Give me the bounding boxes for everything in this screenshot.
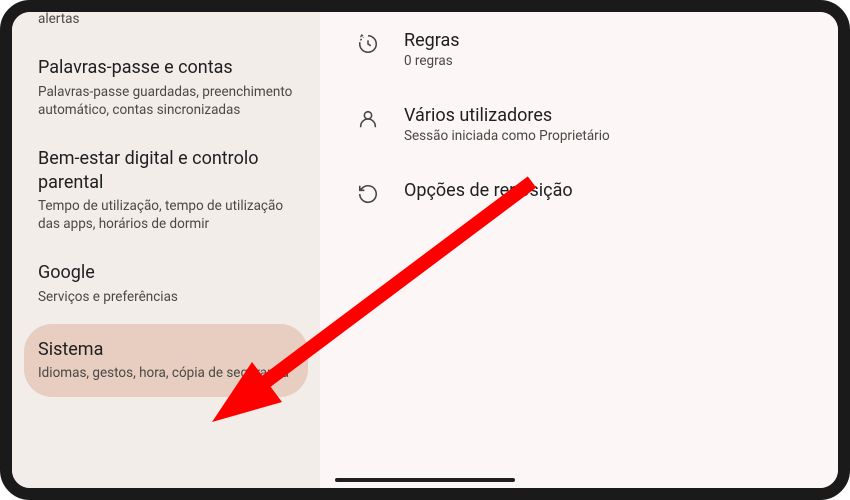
sidebar-item-title: Palavras-passe e contas bbox=[38, 56, 294, 79]
main-item-subtitle: Sessão iniciada como Proprietário bbox=[404, 128, 802, 144]
navigation-handle[interactable] bbox=[335, 478, 515, 482]
main-item-text: Regras 0 regras bbox=[404, 30, 802, 69]
sidebar-item-subtitle: Tempo de utilização, tempo de utilização… bbox=[38, 197, 294, 233]
main-item-text: Opções de reposição bbox=[404, 180, 802, 203]
user-icon bbox=[356, 107, 380, 131]
sidebar-item-subtitle: Palavras-passe guardadas, preenchimento … bbox=[38, 83, 294, 119]
main-item-title: Opções de reposição bbox=[404, 180, 802, 201]
sidebar-item-title: Sistema bbox=[38, 338, 294, 361]
main-item-subtitle: 0 regras bbox=[404, 53, 802, 69]
rules-icon bbox=[356, 32, 380, 56]
reset-icon bbox=[356, 182, 380, 206]
sidebar-item-passwords[interactable]: Palavras-passe e contas Palavras-passe g… bbox=[12, 42, 320, 133]
main-item-title: Vários utilizadores bbox=[404, 105, 802, 126]
sidebar-item-subtitle: Idiomas, gestos, hora, cópia de seguranç… bbox=[38, 364, 294, 382]
sidebar-item-subtitle: Urgência SOS, informações médicas, alert… bbox=[38, 12, 294, 28]
main-item-reset[interactable]: Opções de reposição bbox=[344, 162, 814, 224]
settings-main-panel: Regras 0 regras Vários utilizadores Sess… bbox=[320, 12, 838, 488]
tablet-frame: Urgência SOS, informações médicas, alert… bbox=[0, 0, 850, 500]
sidebar-item-wellbeing[interactable]: Bem-estar digital e controlo parental Te… bbox=[12, 133, 320, 247]
main-item-users[interactable]: Vários utilizadores Sessão iniciada como… bbox=[344, 87, 814, 162]
sidebar-item-title: Bem-estar digital e controlo parental bbox=[38, 147, 294, 194]
sidebar-item-title: Google bbox=[38, 261, 294, 284]
sidebar-item-subtitle: Serviços e preferências bbox=[38, 288, 294, 306]
settings-sidebar: Urgência SOS, informações médicas, alert… bbox=[12, 12, 320, 488]
main-item-title: Regras bbox=[404, 30, 802, 51]
sidebar-item-system[interactable]: Sistema Idiomas, gestos, hora, cópia de … bbox=[24, 324, 308, 397]
sidebar-item-google[interactable]: Google Serviços e preferências bbox=[12, 247, 320, 320]
main-item-text: Vários utilizadores Sessão iniciada como… bbox=[404, 105, 802, 144]
sidebar-item-safety[interactable]: Urgência SOS, informações médicas, alert… bbox=[12, 12, 320, 42]
settings-container: Urgência SOS, informações médicas, alert… bbox=[12, 12, 838, 488]
main-item-rules[interactable]: Regras 0 regras bbox=[344, 12, 814, 87]
